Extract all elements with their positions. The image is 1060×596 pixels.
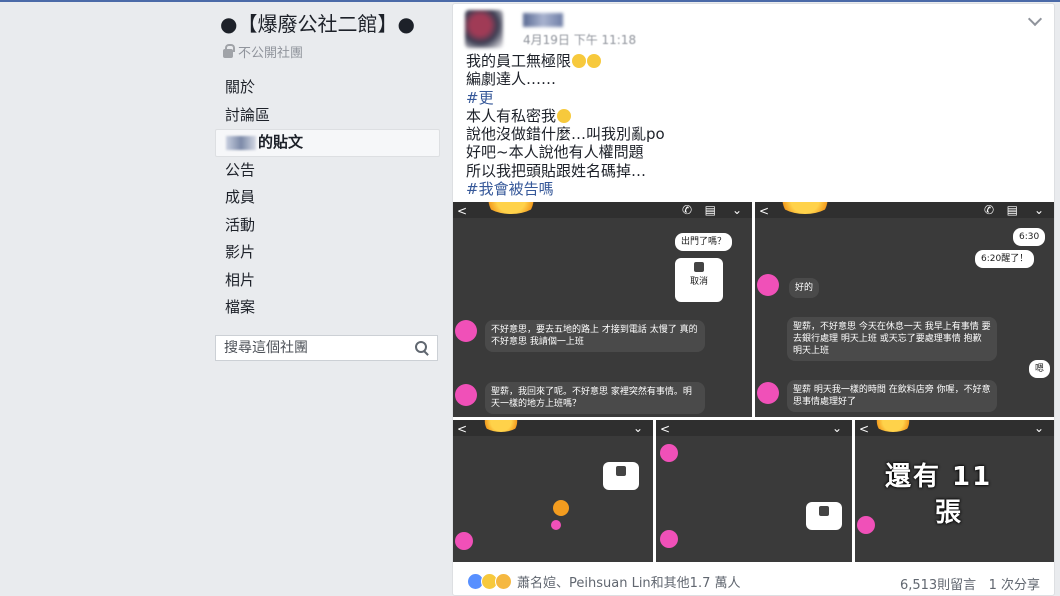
sweat-emoji-icon (572, 54, 587, 68)
reactions-summary[interactable]: 蕭名媗、Peihsuan Lin和其他1.7 萬人 (517, 572, 740, 591)
chevron-down-icon: ⌄ (1033, 421, 1044, 435)
search-icon[interactable] (415, 340, 429, 355)
comments-count[interactable]: 6,513則留言 (900, 578, 976, 593)
chat-screenshot-2[interactable]: < ✆ ▤ ⌄ 6:30 6:20醒了！ 好的 聖薪，不好意思 今天在休息一天 … (755, 202, 1054, 417)
post-header: 4月19日 下午 11:18 (453, 4, 1054, 48)
chat-bubble-received: 聖薪，不好意思 今天在休息一天 我早上有事情 要去銀行處理 明天上班 或天忘了要… (787, 317, 997, 361)
nav-item-photos[interactable]: 相片 (215, 267, 440, 295)
menu-icon: ▤ (704, 203, 716, 217)
post-line: 所以我把頭貼跟姓名碼掉… (466, 161, 647, 180)
nav-item-discussion[interactable]: 討論區 (215, 102, 440, 130)
chat-screenshot-3[interactable]: < ⌄ (453, 420, 653, 562)
back-arrow-icon: < (660, 422, 671, 436)
chevron-down-icon: ⌄ (1033, 203, 1044, 217)
contact-avatar (757, 274, 779, 296)
back-arrow-icon: < (457, 204, 468, 218)
call-card (806, 502, 842, 530)
phone-icon: ✆ (983, 203, 994, 217)
back-arrow-icon: < (859, 422, 870, 436)
chat-bubble-received: 聖薪 明天我一樣的時間 在飲料店旁 你喔，不好意思事情處理好了 (787, 380, 997, 412)
chat-bubble-sent: 出門了嗎？ (675, 233, 733, 251)
post-footer: 蕭名媗、Peihsuan Lin和其他1.7 萬人 6,513則留言 1 次分享 (453, 566, 1054, 596)
contact-avatar (757, 382, 779, 404)
back-arrow-icon: < (759, 204, 770, 218)
chat-topbar: < ⌄ (656, 420, 852, 436)
chat-screenshot-1[interactable]: < ✆ ▤ ⌄ 出門了嗎？ 取消 不好意思，要去五地的路上 才接到電話 太慢了 … (453, 202, 752, 417)
author-name-redacted[interactable] (523, 13, 563, 27)
back-arrow-icon: < (457, 422, 468, 436)
contact-avatar (455, 320, 477, 342)
call-card: 取消 (675, 258, 723, 302)
group-privacy: 不公開社團 (215, 42, 440, 61)
fire-sticker (553, 500, 569, 516)
chat-bubble-sent: 6:20醒了！ (975, 250, 1035, 268)
nav-item-my-posts-label: 的貼文 (258, 133, 304, 151)
group-search-input[interactable] (224, 339, 415, 356)
nav-item-announcements[interactable]: 公告 (215, 157, 440, 185)
group-nav: 關於 討論區 的貼文 公告 成員 活動 影片 相片 檔案 (215, 74, 440, 322)
post-line: 好吧~本人說他有人權問題 (466, 143, 644, 162)
post-line: 我的員工無極限 (466, 52, 665, 70)
chevron-down-icon[interactable] (1027, 11, 1043, 27)
post-line-text: 我的員工無極限 (466, 52, 572, 70)
redacted-name (226, 135, 256, 150)
group-search (215, 334, 438, 361)
nav-item-events[interactable]: 活動 (215, 212, 440, 240)
menu-icon: ▤ (1006, 203, 1018, 217)
call-card (603, 462, 639, 490)
post-text: 我的員工無極限 編劇達人…… #更 本人有私密我 說他沒做錯什麼…叫我別亂po … (466, 52, 665, 198)
nav-item-members[interactable]: 成員 (215, 184, 440, 212)
contact-avatar (660, 530, 678, 548)
top-border (0, 0, 1060, 2)
group-title[interactable]: ●【爆廢公社二館】● (215, 12, 440, 36)
chat-screenshot-4[interactable]: < ⌄ (656, 420, 852, 562)
shares-count[interactable]: 1 次分享 (989, 578, 1040, 593)
post-photo-grid: < ✆ ▤ ⌄ 出門了嗎？ 取消 不好意思，要去五地的路上 才接到電話 太慢了 … (453, 202, 1054, 562)
post-timestamp[interactable]: 4月19日 下午 11:18 (523, 31, 636, 48)
nav-item-videos[interactable]: 影片 (215, 239, 440, 267)
chat-bubble-received: 不好意思，要去五地的路上 才接到電話 太慢了 真的不好意思 我請個一上班 (485, 320, 705, 352)
phone-icon: ✆ (681, 203, 692, 217)
nav-item-files[interactable]: 檔案 (215, 294, 440, 322)
phone-icon (616, 466, 626, 476)
author-avatar[interactable] (465, 10, 503, 48)
contact-avatar (455, 384, 477, 406)
chevron-down-icon: ⌄ (731, 203, 742, 217)
hashtag-link[interactable]: #更 (466, 89, 665, 107)
chevron-down-icon: ⌄ (831, 421, 842, 435)
sad-emoji-icon (557, 108, 572, 123)
post-line: 編劇達人…… (466, 70, 557, 89)
post-card: 4月19日 下午 11:18 我的員工無極限 編劇達人…… #更 本人有私密我 … (452, 3, 1055, 596)
call-card-label: 取消 (689, 277, 708, 287)
chevron-down-icon: ⌄ (632, 421, 643, 435)
contact-avatar (857, 516, 875, 534)
sweat-emoji-icon (587, 54, 602, 68)
nav-item-about[interactable]: 關於 (215, 74, 440, 102)
nav-item-my-posts[interactable]: 的貼文 (215, 129, 440, 157)
contact-avatar (455, 532, 473, 550)
chat-bubble-received: 好的 (789, 278, 820, 298)
phone-icon (819, 506, 829, 516)
chat-screenshot-5-more[interactable]: < ⌄ 還有 11 張 (855, 420, 1054, 562)
lock-icon (223, 43, 235, 58)
chat-bubble-sent: 嗯 (1029, 360, 1051, 378)
phone-icon (694, 262, 704, 272)
privacy-label: 不公開社團 (238, 46, 304, 61)
contact-avatar (660, 444, 678, 462)
contact-avatar (551, 520, 561, 530)
post-line: 說他沒做錯什麼…叫我別亂po (466, 125, 665, 144)
more-photos-unit: 張 (935, 498, 964, 528)
chat-bubble-sent: 6:30 (1013, 228, 1046, 246)
chat-bubble-received: 聖薪，我回來了呢。不好意思 家裡突然有事情。明天一樣的地方上班嗎？ (485, 382, 705, 414)
wow-reaction-icon[interactable] (495, 572, 512, 590)
hashtag-link[interactable]: #我會被告嗎 (466, 180, 665, 198)
post-line-text: 本人有私密我 (466, 106, 557, 125)
post-stats: 6,513則留言 1 次分享 (900, 574, 1040, 593)
group-sidebar: ●【爆廢公社二館】● 不公開社團 關於 討論區 的貼文 公告 成員 活動 影片 … (215, 12, 440, 361)
post-line: 本人有私密我 (466, 107, 665, 125)
more-photos-count: 還有 11 (885, 462, 993, 492)
